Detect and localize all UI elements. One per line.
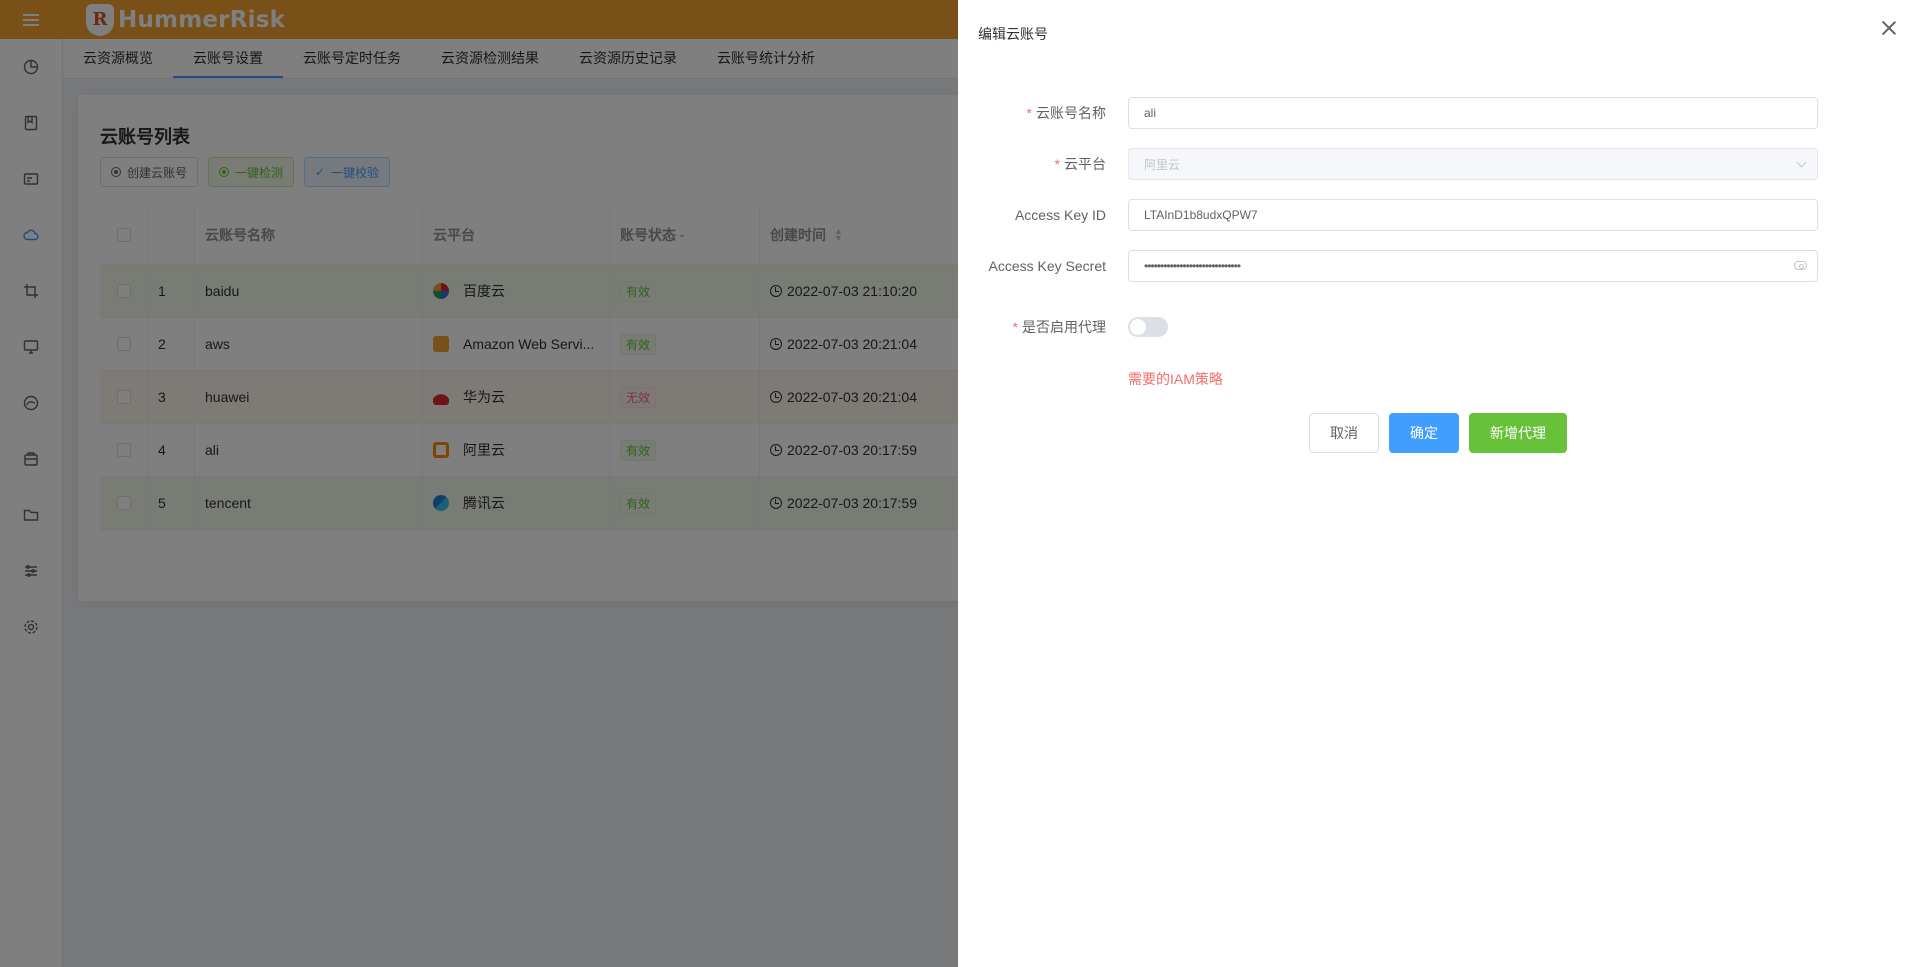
access-key-secret-input[interactable]: ••••••••••••••••••••••••••••••: [1128, 250, 1818, 282]
form-row-key-secret: Access Key Secret ••••••••••••••••••••••…: [958, 249, 1917, 283]
key-id-label: Access Key ID: [1014, 207, 1106, 223]
platform-select[interactable]: 阿里云: [1128, 148, 1818, 180]
access-key-id-input[interactable]: LTAInD1b8udxQPW7: [1128, 199, 1818, 231]
drawer-actions: 取消 确定 新增代理: [1309, 413, 1567, 453]
form-row-key-id: Access Key ID LTAInD1b8udxQPW7: [958, 198, 1917, 232]
key-secret-label: Access Key Secret: [988, 258, 1107, 274]
close-icon[interactable]: [1881, 20, 1897, 36]
form-row-name: * 云账号名称 ali: [958, 96, 1917, 130]
iam-policy-link[interactable]: 需要的IAM策略: [1128, 369, 1223, 389]
name-label: * 云账号名称: [1026, 105, 1106, 121]
drawer-title: 编辑云账号: [978, 26, 1048, 42]
cancel-button[interactable]: 取消: [1309, 413, 1379, 453]
edit-account-drawer: 编辑云账号 * 云账号名称 ali * 云平台 阿里云 Access Key ID …: [958, 0, 1917, 967]
account-name-input[interactable]: ali: [1128, 97, 1818, 129]
form-row-proxy: * 是否启用代理: [958, 310, 1917, 344]
eye-icon[interactable]: [1794, 261, 1807, 270]
platform-label: * 云平台: [1054, 156, 1106, 172]
add-proxy-button[interactable]: 新增代理: [1469, 413, 1567, 453]
confirm-button[interactable]: 确定: [1389, 413, 1459, 453]
proxy-label: * 是否启用代理: [1012, 319, 1106, 335]
proxy-toggle[interactable]: [1128, 317, 1168, 337]
form-row-platform: * 云平台 阿里云: [958, 147, 1917, 181]
chevron-down-icon: [1796, 157, 1807, 168]
